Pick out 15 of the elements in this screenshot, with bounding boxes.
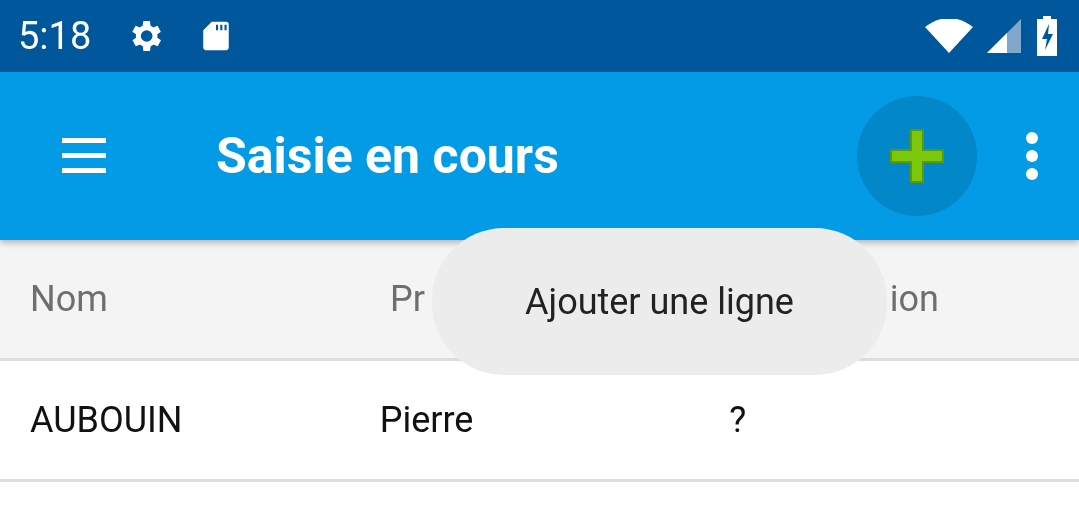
signal-icon — [987, 19, 1021, 53]
menu-icon[interactable] — [62, 138, 106, 174]
wifi-icon — [925, 19, 973, 53]
table-cell-text: AUBOUIN — [30, 399, 184, 441]
column-header: ion — [889, 278, 939, 320]
table-cell-text: ? — [729, 399, 748, 441]
tooltip: Ajouter une ligne — [432, 228, 887, 375]
more-options-icon[interactable] — [1025, 131, 1039, 181]
column-header: Pr — [390, 278, 425, 320]
column-header: Nom — [30, 278, 109, 320]
table-cell-text: Pierre — [379, 399, 475, 441]
clock-time: 5:18 — [18, 14, 92, 58]
battery-charging-icon — [1035, 16, 1059, 56]
screen-title: Saisie en cours — [216, 127, 560, 185]
plus-icon — [887, 126, 947, 186]
